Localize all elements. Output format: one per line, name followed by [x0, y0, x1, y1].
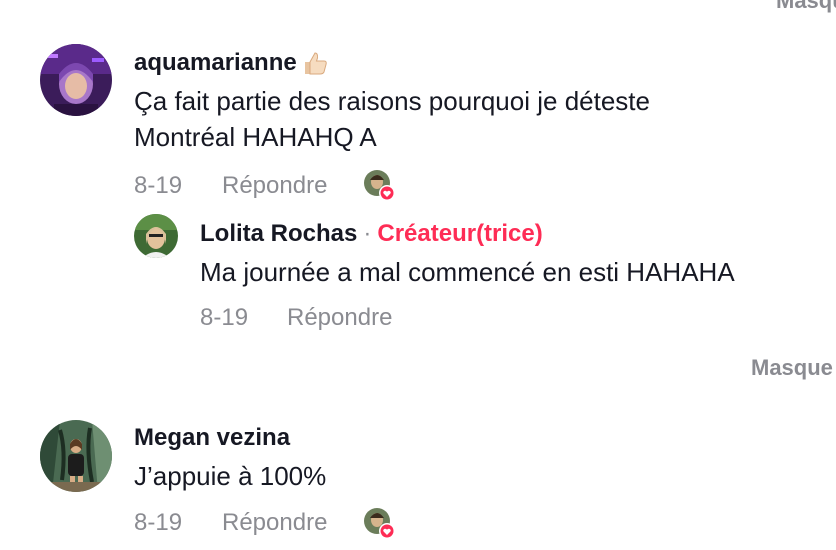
thumbs-up-icon: [301, 49, 329, 77]
comment-thread: Masque aquamarianne Ça fait partie des r…: [0, 0, 836, 550]
reply-button[interactable]: Répondre: [222, 172, 327, 200]
reply-button[interactable]: Répondre: [287, 304, 392, 332]
comment-text-line: Ça fait partie des raisons pourquoi je d…: [134, 86, 650, 116]
comment-date: 8-19: [134, 172, 183, 199]
comment-username[interactable]: Megan vezina: [134, 424, 290, 452]
comment-text: Ça fait partie des raisons pourquoi je d…: [134, 83, 774, 155]
liked-by-creator-icon: [362, 506, 396, 540]
comment-username[interactable]: aquamarianne: [134, 49, 329, 77]
comment-date: 8-19: [134, 509, 183, 536]
comment-username[interactable]: Lolita Rochas · Créateur(trice): [200, 220, 543, 248]
username-text[interactable]: Lolita Rochas: [200, 220, 357, 248]
hide-replies-link[interactable]: Masque: [751, 355, 833, 381]
liked-by-creator-icon: [362, 168, 396, 202]
comment-text-line: Montréal HAHAHQ A: [134, 122, 377, 152]
comment-date: 8-19: [200, 304, 249, 331]
comment-text-line: Ma journée a mal commencé en esti HAHAHA: [200, 257, 735, 287]
avatar-aquamarianne[interactable]: [40, 44, 112, 116]
username-text[interactable]: Megan vezina: [134, 424, 290, 452]
username-text[interactable]: aquamarianne: [134, 49, 297, 77]
avatar-megan-vezina[interactable]: [40, 420, 112, 492]
comment-text: Ma journée a mal commencé en esti HAHAHA: [200, 254, 836, 290]
reply-button[interactable]: Répondre: [222, 509, 327, 537]
hide-replies-link-top[interactable]: Masque: [776, 0, 836, 14]
comment-text: J’appuie à 100%: [134, 458, 774, 494]
avatar-lolita-rochas[interactable]: [134, 214, 178, 258]
creator-badge: Créateur(trice): [377, 220, 543, 247]
separator: ·: [363, 220, 372, 247]
comment-text-line: J’appuie à 100%: [134, 461, 327, 491]
